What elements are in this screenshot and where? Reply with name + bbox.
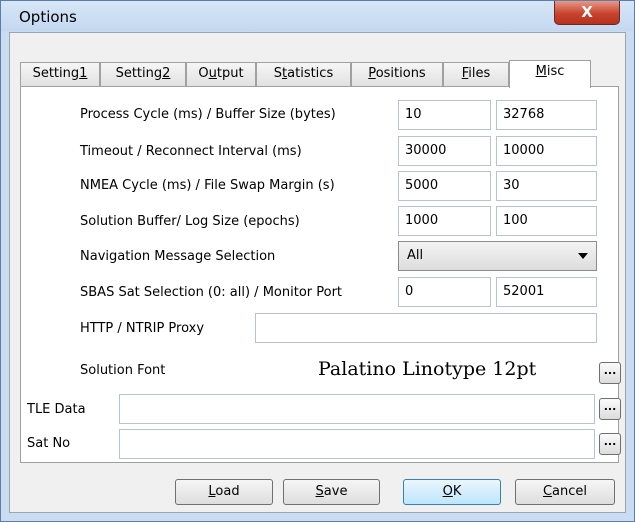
tab-misc[interactable]: Misc [509, 60, 591, 88]
buffer-size-input[interactable]: 32768 [496, 100, 597, 130]
solution-buffer-input[interactable]: 1000 [398, 206, 491, 236]
ellipsis-icon: ... [603, 435, 617, 448]
tab-setting2[interactable]: Setting2 [100, 62, 186, 86]
close-button[interactable]: X [554, 1, 620, 25]
timeout-label: Timeout / Reconnect Interval (ms) [80, 144, 302, 159]
title-bar[interactable]: Options X [1, 1, 634, 31]
tab-files[interactable]: Files [443, 62, 509, 86]
solution-buffer-label: Solution Buffer/ Log Size (epochs) [80, 214, 300, 229]
tab-setting1[interactable]: Setting1 [20, 62, 100, 86]
process-cycle-input[interactable]: 10 [398, 100, 491, 130]
tle-data-input[interactable] [119, 394, 595, 424]
nmea-cycle-input[interactable]: 5000 [398, 171, 491, 201]
file-swap-margin-input[interactable]: 30 [496, 171, 597, 201]
chevron-down-icon [578, 253, 588, 259]
save-button[interactable]: Save [283, 479, 380, 505]
solution-font-sample: Palatino Linotype 12pt [318, 358, 537, 380]
ok-button[interactable]: OK [403, 479, 501, 505]
nav-msg-label: Navigation Message Selection [80, 249, 276, 264]
sat-no-browse-button[interactable]: ... [599, 433, 621, 455]
solution-font-label: Solution Font [80, 363, 166, 378]
process-cycle-label: Process Cycle (ms) / Buffer Size (bytes) [80, 107, 336, 122]
ellipsis-icon: ... [603, 400, 617, 413]
sat-no-label: Sat No [27, 436, 71, 451]
tab-statistics[interactable]: Statistics [256, 62, 351, 86]
sbas-label: SBAS Sat Selection (0: all) / Monitor Po… [80, 285, 343, 300]
solution-font-browse-button[interactable]: ... [599, 362, 621, 384]
tle-data-browse-button[interactable]: ... [599, 398, 621, 420]
log-size-input[interactable]: 100 [496, 206, 597, 236]
close-icon: X [581, 3, 593, 21]
tab-output[interactable]: Output [186, 62, 256, 86]
window-title: Options [19, 8, 77, 26]
sat-no-input[interactable] [119, 429, 595, 459]
nav-msg-selected: All [407, 248, 424, 263]
ellipsis-icon: ... [603, 364, 617, 377]
sbas-sat-input[interactable]: 0 [398, 277, 491, 307]
monitor-port-input[interactable]: 52001 [496, 277, 597, 307]
tle-data-label: TLE Data [27, 402, 86, 417]
load-button[interactable]: Load [175, 479, 273, 505]
proxy-label: HTTP / NTRIP Proxy [80, 321, 205, 336]
timeout-input[interactable]: 30000 [398, 136, 491, 166]
tab-positions[interactable]: Positions [351, 62, 443, 86]
proxy-input[interactable] [255, 313, 597, 343]
nmea-cycle-label: NMEA Cycle (ms) / File Swap Margin (s) [80, 178, 335, 193]
nav-msg-select[interactable]: All [398, 241, 597, 271]
reconnect-interval-input[interactable]: 10000 [496, 136, 597, 166]
cancel-button[interactable]: Cancel [515, 479, 615, 505]
